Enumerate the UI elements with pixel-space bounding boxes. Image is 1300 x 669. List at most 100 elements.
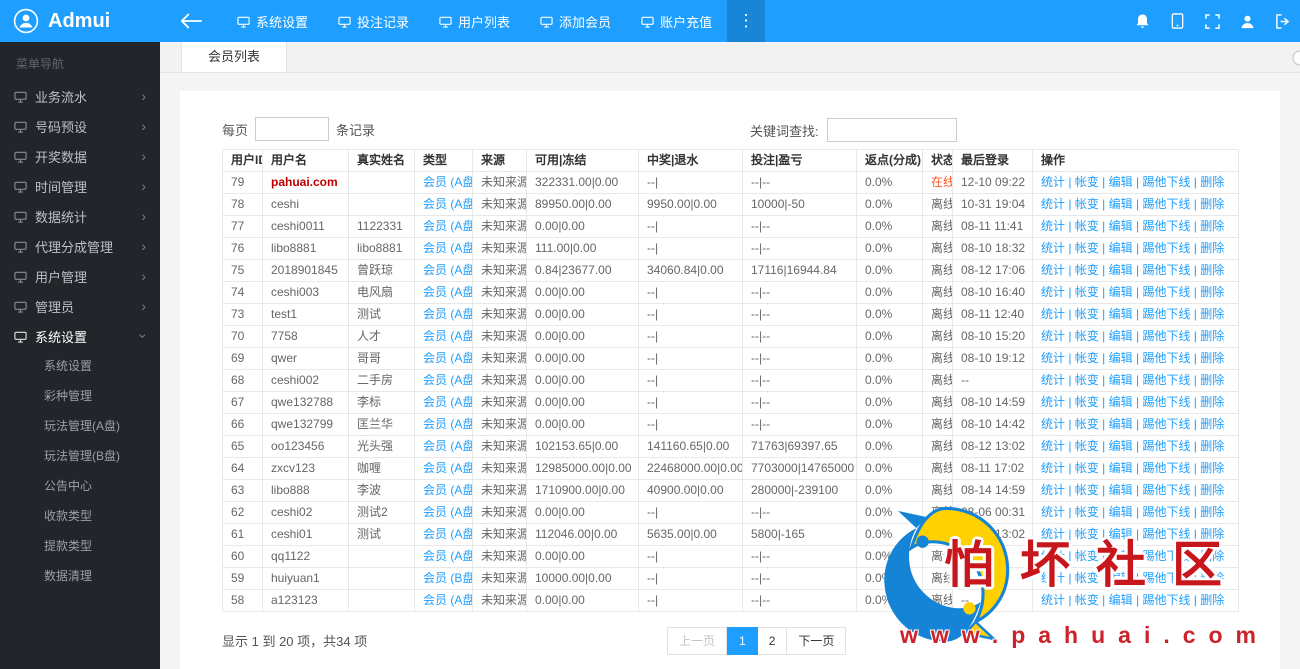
action-kick-offline[interactable]: 踢他下线	[1142, 549, 1190, 563]
action-delete[interactable]: 删除	[1200, 241, 1224, 255]
bell-icon[interactable]	[1125, 0, 1160, 42]
member-type-link[interactable]: 会员 (A盘)	[423, 351, 472, 365]
member-type-link[interactable]: 会员 (A盘)	[423, 197, 472, 211]
sidebar-subitem[interactable]: 玩法管理(B盘)	[0, 441, 160, 471]
action-edit[interactable]: 编辑	[1109, 461, 1133, 475]
user-icon[interactable]	[1230, 0, 1265, 42]
sidebar-subitem[interactable]: 玩法管理(A盘)	[0, 411, 160, 441]
sidebar-subitem[interactable]: 提款类型	[0, 531, 160, 561]
action-kick-offline[interactable]: 踢他下线	[1142, 197, 1190, 211]
action-kick-offline[interactable]: 踢他下线	[1142, 505, 1190, 519]
action-account-change[interactable]: 帐变	[1075, 373, 1099, 387]
sidebar-item[interactable]: 用户管理 ›	[0, 261, 160, 291]
action-account-change[interactable]: 帐变	[1075, 483, 1099, 497]
member-type-link[interactable]: 会员 (A盘)	[423, 263, 472, 277]
action-delete[interactable]: 删除	[1200, 439, 1224, 453]
action-stats[interactable]: 统计	[1041, 483, 1065, 497]
action-stats[interactable]: 统计	[1041, 395, 1065, 409]
action-edit[interactable]: 编辑	[1109, 175, 1133, 189]
action-edit[interactable]: 编辑	[1109, 549, 1133, 563]
action-account-change[interactable]: 帐变	[1075, 527, 1099, 541]
action-account-change[interactable]: 帐变	[1075, 219, 1099, 233]
action-delete[interactable]: 删除	[1200, 175, 1224, 189]
per-page-input[interactable]	[255, 117, 330, 141]
action-delete[interactable]: 删除	[1200, 373, 1224, 387]
action-kick-offline[interactable]: 踢他下线	[1142, 241, 1190, 255]
action-delete[interactable]: 删除	[1200, 197, 1224, 211]
member-type-link[interactable]: 会员 (A盘)	[423, 307, 472, 321]
action-kick-offline[interactable]: 踢他下线	[1142, 527, 1190, 541]
action-stats[interactable]: 统计	[1041, 571, 1065, 585]
sidebar-subitem[interactable]: 收款类型	[0, 501, 160, 531]
action-account-change[interactable]: 帐变	[1075, 571, 1099, 585]
action-kick-offline[interactable]: 踢他下线	[1142, 175, 1190, 189]
sidebar-item[interactable]: 开奖数据 ›	[0, 141, 160, 171]
action-stats[interactable]: 统计	[1041, 197, 1065, 211]
sidebar-item[interactable]: 业务流水 ›	[0, 81, 160, 111]
fullscreen-icon[interactable]	[1195, 0, 1230, 42]
action-account-change[interactable]: 帐变	[1075, 263, 1099, 277]
action-delete[interactable]: 删除	[1200, 461, 1224, 475]
member-type-link[interactable]: 会员 (A盘)	[423, 373, 472, 387]
member-type-link[interactable]: 会员 (A盘)	[423, 593, 472, 607]
topnav-item[interactable]: 投注记录	[323, 0, 424, 42]
sidebar-subitem[interactable]: 彩种管理	[0, 381, 160, 411]
action-edit[interactable]: 编辑	[1109, 219, 1133, 233]
action-edit[interactable]: 编辑	[1109, 263, 1133, 277]
action-edit[interactable]: 编辑	[1109, 439, 1133, 453]
action-stats[interactable]: 统计	[1041, 417, 1065, 431]
action-kick-offline[interactable]: 踢他下线	[1142, 593, 1190, 607]
action-delete[interactable]: 删除	[1200, 483, 1224, 497]
action-kick-offline[interactable]: 踢他下线	[1142, 351, 1190, 365]
action-stats[interactable]: 统计	[1041, 241, 1065, 255]
page-2[interactable]: 2	[757, 627, 788, 655]
action-account-change[interactable]: 帐变	[1075, 549, 1099, 563]
action-stats[interactable]: 统计	[1041, 219, 1065, 233]
action-delete[interactable]: 删除	[1200, 395, 1224, 409]
device-icon[interactable]	[1160, 0, 1195, 42]
action-stats[interactable]: 统计	[1041, 285, 1065, 299]
member-type-link[interactable]: 会员 (A盘)	[423, 241, 472, 255]
action-account-change[interactable]: 帐变	[1075, 439, 1099, 453]
action-account-change[interactable]: 帐变	[1075, 351, 1099, 365]
sidebar-item[interactable]: 时间管理 ›	[0, 171, 160, 201]
action-kick-offline[interactable]: 踢他下线	[1142, 263, 1190, 277]
action-delete[interactable]: 删除	[1200, 329, 1224, 343]
action-edit[interactable]: 编辑	[1109, 373, 1133, 387]
action-edit[interactable]: 编辑	[1109, 527, 1133, 541]
action-stats[interactable]: 统计	[1041, 263, 1065, 277]
back-button[interactable]	[160, 0, 222, 42]
action-account-change[interactable]: 帐变	[1075, 175, 1099, 189]
action-kick-offline[interactable]: 踢他下线	[1142, 307, 1190, 321]
action-account-change[interactable]: 帐变	[1075, 329, 1099, 343]
action-stats[interactable]: 统计	[1041, 329, 1065, 343]
action-account-change[interactable]: 帐变	[1075, 505, 1099, 519]
member-type-link[interactable]: 会员 (A盘)	[423, 527, 472, 541]
action-stats[interactable]: 统计	[1041, 527, 1065, 541]
logout-icon[interactable]	[1265, 0, 1300, 42]
action-edit[interactable]: 编辑	[1109, 329, 1133, 343]
member-type-link[interactable]: 会员 (A盘)	[423, 549, 472, 563]
action-stats[interactable]: 统计	[1041, 351, 1065, 365]
action-account-change[interactable]: 帐变	[1075, 285, 1099, 299]
action-kick-offline[interactable]: 踢他下线	[1142, 329, 1190, 343]
sidebar-item[interactable]: 管理员 ›	[0, 291, 160, 321]
action-stats[interactable]: 统计	[1041, 461, 1065, 475]
member-type-link[interactable]: 会员 (A盘)	[423, 175, 472, 189]
more-menu-button[interactable]: ⋮	[727, 0, 766, 42]
app-logo[interactable]: Admui	[0, 0, 160, 42]
action-stats[interactable]: 统计	[1041, 549, 1065, 563]
sidebar-subitem[interactable]: 公告中心	[0, 471, 160, 501]
action-kick-offline[interactable]: 踢他下线	[1142, 285, 1190, 299]
page-prev[interactable]: 上一页	[667, 627, 728, 655]
member-type-link[interactable]: 会员 (A盘)	[423, 329, 472, 343]
action-kick-offline[interactable]: 踢他下线	[1142, 373, 1190, 387]
action-edit[interactable]: 编辑	[1109, 505, 1133, 519]
action-delete[interactable]: 删除	[1200, 571, 1224, 585]
action-delete[interactable]: 删除	[1200, 505, 1224, 519]
action-edit[interactable]: 编辑	[1109, 395, 1133, 409]
sidebar-item[interactable]: 号码预设 ›	[0, 111, 160, 141]
action-edit[interactable]: 编辑	[1109, 197, 1133, 211]
page-1[interactable]: 1	[727, 627, 758, 655]
sidebar-item[interactable]: 数据统计 ›	[0, 201, 160, 231]
